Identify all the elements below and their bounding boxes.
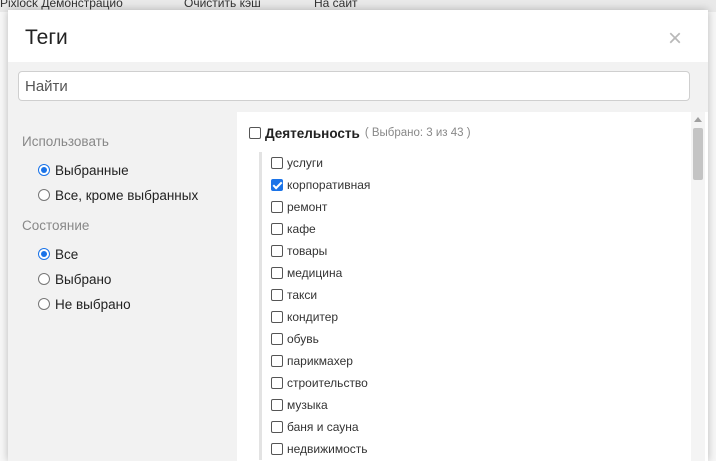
background-tab-title: Pixlock Демонстрацио	[0, 0, 123, 10]
tag-label: кондитер	[287, 310, 339, 324]
tag-checkbox[interactable]	[271, 399, 283, 411]
tag-checkbox[interactable]	[271, 289, 283, 301]
radio-state-selected[interactable]: Выбрано	[38, 270, 111, 288]
tag-item[interactable]: корпоративная	[262, 174, 682, 196]
radio-state-not-selected[interactable]: Не выбрано	[38, 295, 131, 313]
group-header-activity[interactable]: Деятельность ( Выбрано: 3 из 43 )	[249, 124, 471, 142]
radio-button[interactable]	[38, 164, 50, 176]
tag-checkbox[interactable]	[271, 355, 283, 367]
tag-item[interactable]: строительство	[262, 372, 682, 394]
tag-item[interactable]: товары	[262, 240, 682, 262]
radio-button[interactable]	[38, 298, 50, 310]
radio-label: Все, кроме выбранных	[55, 187, 199, 203]
radio-label: Все	[55, 246, 79, 262]
tags-dialog: Теги × Использовать Выбранные Все, кроме…	[8, 10, 708, 461]
tag-checkbox[interactable]	[271, 201, 283, 213]
search-bar	[8, 62, 708, 112]
search-input[interactable]	[18, 71, 690, 101]
tag-item[interactable]: ремонт	[262, 196, 682, 218]
scroll-thumb[interactable]	[693, 128, 703, 180]
group-selected-count: ( Выбрано: 3 из 43 )	[364, 127, 471, 139]
tag-item[interactable]: баня и сауна	[262, 416, 682, 438]
background-right-edge	[707, 12, 716, 461]
tag-checkbox[interactable]	[271, 421, 283, 433]
radio-button[interactable]	[38, 248, 50, 260]
tag-label: медицина	[287, 266, 343, 280]
tag-label: музыка	[287, 398, 328, 412]
tag-item[interactable]: медицина	[262, 262, 682, 284]
tag-item[interactable]: обувь	[262, 328, 682, 350]
tag-item[interactable]: недвижимость	[262, 438, 682, 460]
filters-panel: Использовать Выбранные Все, кроме выбран…	[8, 112, 237, 461]
background-clear-cache: Очистить кэш	[184, 0, 261, 10]
tags-panel: Деятельность ( Выбрано: 3 из 43 ) услуги…	[237, 112, 708, 461]
tag-checkbox[interactable]	[271, 223, 283, 235]
tag-checkbox[interactable]	[271, 377, 283, 389]
use-section-title: Использовать	[22, 134, 109, 149]
tag-checkbox[interactable]	[271, 333, 283, 345]
radio-label: Не выбрано	[55, 296, 131, 312]
tag-label: такси	[287, 288, 318, 302]
radio-use-selected[interactable]: Выбранные	[38, 161, 129, 179]
tag-label: услуги	[287, 156, 323, 170]
group-checkbox[interactable]	[249, 127, 261, 139]
tag-item[interactable]: музыка	[262, 394, 682, 416]
dialog-header: Теги ×	[8, 10, 708, 62]
dialog-title: Теги	[25, 26, 68, 49]
tag-checkbox[interactable]	[271, 245, 283, 257]
tag-label: баня и сауна	[287, 420, 359, 434]
tag-label: ремонт	[287, 200, 328, 214]
group-name: Деятельность	[265, 125, 360, 141]
tag-label: парикмахер	[287, 354, 353, 368]
tag-checkbox[interactable]	[271, 179, 283, 191]
tag-label: товары	[287, 244, 328, 258]
tag-item[interactable]: парикмахер	[262, 350, 682, 372]
tag-label: обувь	[287, 332, 319, 346]
tag-item[interactable]: услуги	[262, 152, 682, 174]
radio-state-all[interactable]: Все	[38, 245, 78, 263]
tags-scrollbar[interactable]	[691, 112, 705, 461]
tag-checkbox[interactable]	[271, 311, 283, 323]
tag-label: недвижимость	[287, 442, 368, 456]
tag-item[interactable]: такси	[262, 284, 682, 306]
tag-label: корпоративная	[287, 178, 371, 192]
radio-button[interactable]	[38, 189, 50, 201]
state-section-title: Состояние	[22, 218, 90, 233]
tag-checkbox[interactable]	[271, 157, 283, 169]
tag-item[interactable]: кондитер	[262, 306, 682, 328]
background-to-site: На сайт	[314, 0, 358, 10]
tag-list: услуги корпоративная ремонт кафе товары …	[259, 152, 682, 460]
scroll-up-arrow-icon[interactable]	[694, 117, 702, 122]
radio-label: Выбранные	[55, 162, 129, 178]
tag-checkbox[interactable]	[271, 267, 283, 279]
tag-label: строительство	[287, 376, 368, 390]
tag-label: кафе	[287, 222, 316, 236]
tag-checkbox[interactable]	[271, 443, 283, 455]
close-icon[interactable]: ×	[664, 27, 686, 51]
radio-use-all-except[interactable]: Все, кроме выбранных	[38, 186, 198, 204]
tag-item[interactable]: кафе	[262, 218, 682, 240]
radio-label: Выбрано	[55, 271, 112, 287]
radio-button[interactable]	[38, 273, 50, 285]
